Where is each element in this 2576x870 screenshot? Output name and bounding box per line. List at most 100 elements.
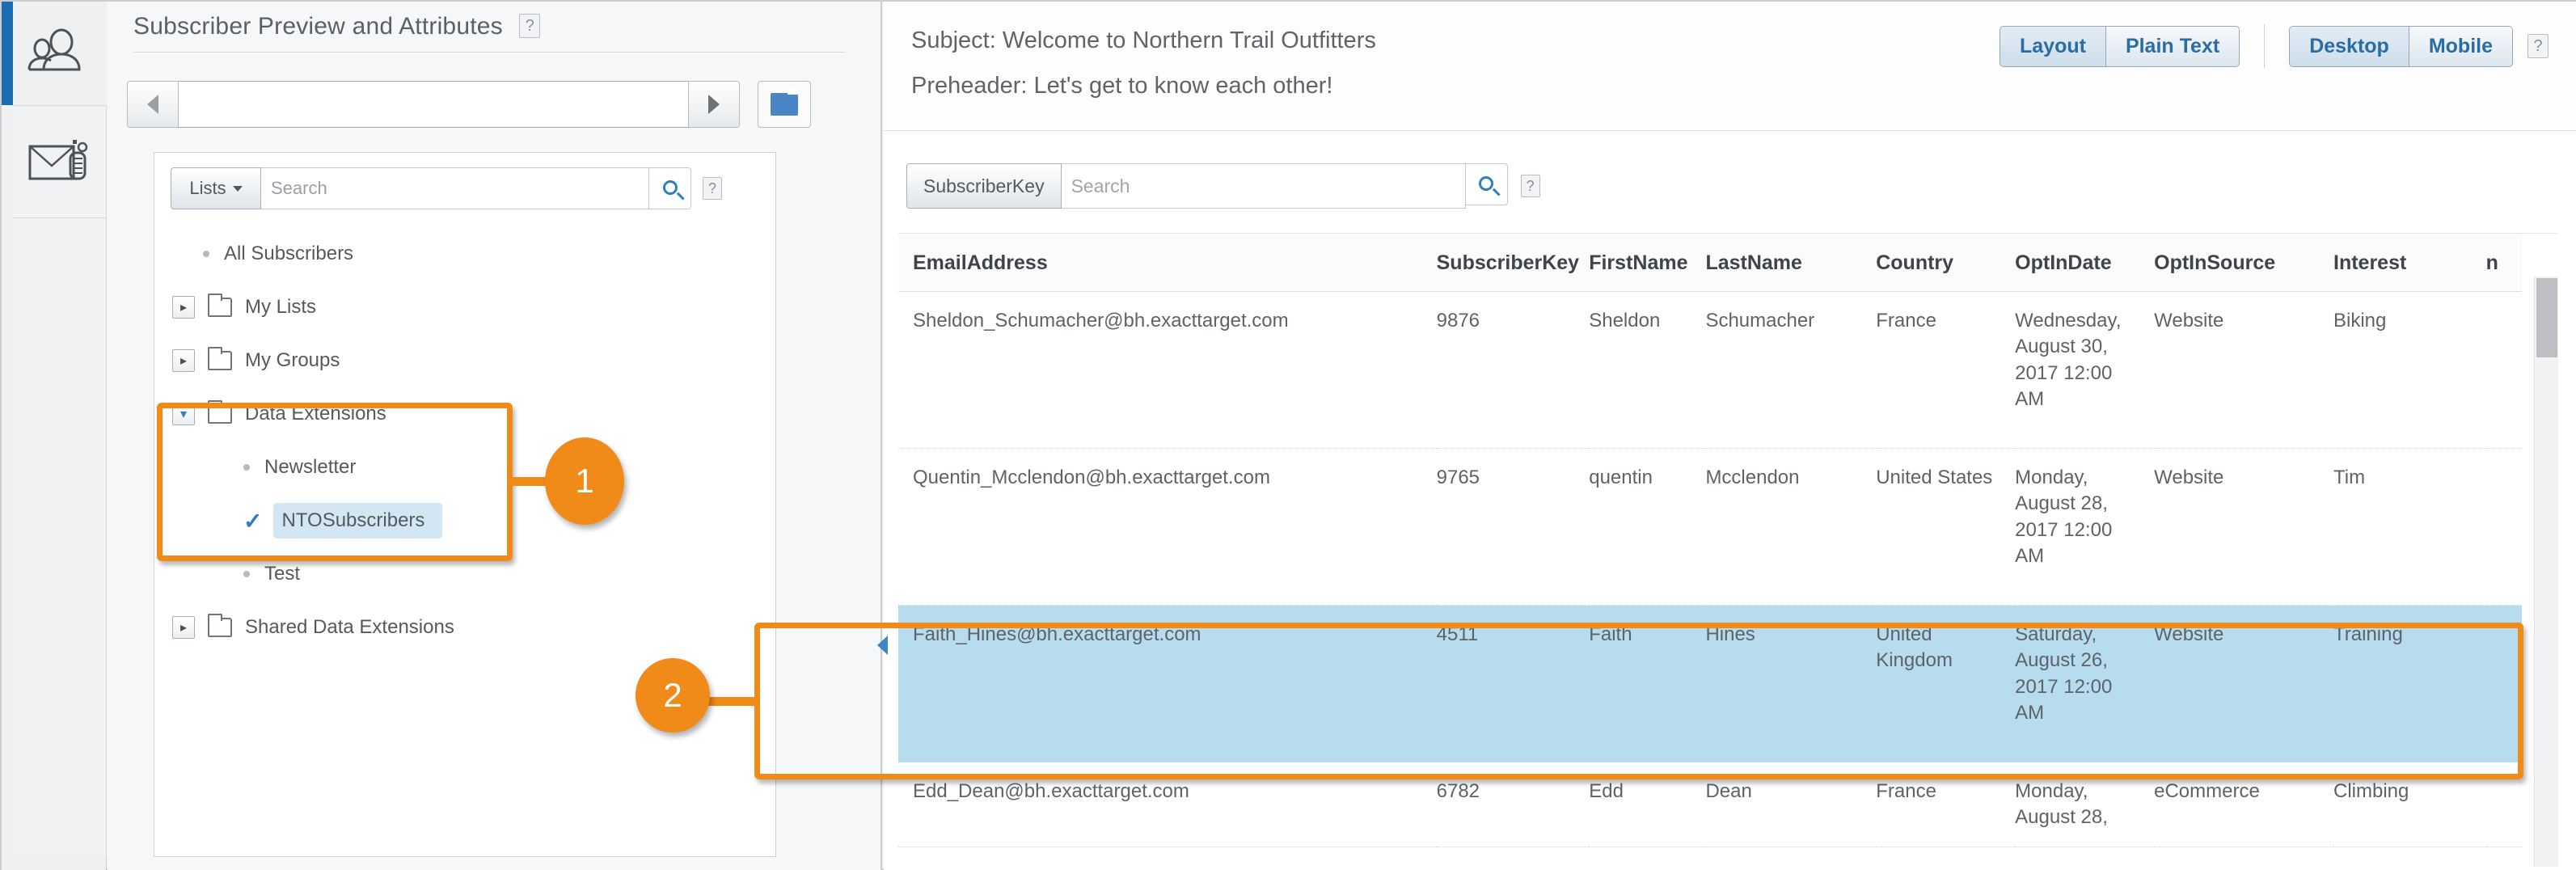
chevron-left-icon	[147, 95, 158, 114]
cell-truncated	[2485, 448, 2522, 606]
tree-item-shared-data-extensions[interactable]: ▸ Shared Data Extensions	[154, 601, 777, 654]
folder-icon	[208, 347, 232, 370]
tree-item-test[interactable]: Test	[154, 547, 777, 601]
column-header-optindate[interactable]: OptInDate	[2015, 234, 2155, 292]
callout-1-number: 1	[575, 462, 594, 500]
tab-layout[interactable]: Layout	[2000, 26, 2105, 66]
subscribers-table: EmailAddress SubscriberKey FirstName Las…	[898, 234, 2522, 848]
grid-vertical-scrollbar[interactable]	[2534, 277, 2558, 867]
column-header-lastname[interactable]: LastName	[1705, 234, 1877, 292]
lists-scope-dropdown[interactable]: Lists	[171, 167, 261, 209]
application-window: Subscriber Preview and Attributes ? List…	[0, 0, 2576, 870]
tree-item-my-lists[interactable]: ▸ My Lists	[154, 281, 777, 334]
column-header-optinsource[interactable]: OptInSource	[2154, 234, 2333, 292]
cell-subscriberkey: 9765	[1436, 448, 1590, 606]
email-preview-panel: Subject: Welcome to Northern Trail Outfi…	[884, 2, 2576, 870]
tab-mobile[interactable]: Mobile	[2408, 26, 2512, 66]
prev-button[interactable]	[127, 81, 179, 128]
cell-firstname: Sheldon	[1589, 291, 1706, 449]
email-test-icon	[28, 140, 87, 180]
chevron-down-icon[interactable]: ▾	[172, 403, 195, 425]
tree-item-label: My Lists	[245, 296, 317, 318]
rail-item-email-test[interactable]	[13, 105, 107, 218]
tree-item-label: My Groups	[245, 349, 340, 371]
cell-optinsource: Website	[2154, 291, 2333, 449]
column-header-subscriberkey[interactable]: SubscriberKey	[1436, 234, 1590, 292]
grid-search-input[interactable]	[1061, 163, 1466, 209]
cell-country: France	[1876, 762, 2016, 848]
subscriber-preview-panel: Subscriber Preview and Attributes ? List…	[108, 2, 882, 870]
tree-item-my-groups[interactable]: ▸ My Groups	[154, 334, 777, 387]
callout-1-badge: 1	[545, 437, 624, 525]
tab-plain-text[interactable]: Plain Text	[2105, 26, 2240, 66]
table-row[interactable]: Sheldon_Schumacher@bh.exacttarget.com 98…	[898, 291, 2522, 449]
callout-2-connector	[704, 697, 758, 706]
chevron-right-icon[interactable]: ▸	[172, 296, 195, 319]
panel-collapse-arrow[interactable]	[877, 636, 888, 655]
table-row[interactable]: Edd_Dean@bh.exacttarget.com 6782 Edd Dea…	[898, 762, 2522, 848]
cell-emailaddress: Faith_Hines@bh.exacttarget.com	[898, 605, 1437, 762]
header-controls: Layout Plain Text Desktop Mobile ?	[1999, 24, 2549, 68]
cell-lastname: Dean	[1705, 762, 1877, 848]
device-toggle-group: Desktop Mobile	[2289, 25, 2513, 67]
path-input[interactable]	[179, 81, 688, 128]
chevron-right-icon	[708, 95, 720, 114]
cell-optindate: Monday, August 28,	[2015, 762, 2155, 848]
chevron-down-icon	[232, 185, 243, 192]
tree-item-newsletter[interactable]: Newsletter	[154, 441, 777, 494]
tab-desktop[interactable]: Desktop	[2290, 26, 2409, 66]
grid-search-button[interactable]	[1465, 163, 1508, 205]
preheader-line: Preheader: Let's get to know each other!	[911, 73, 1333, 99]
cell-interest: Tim	[2333, 448, 2486, 606]
folder-button[interactable]	[758, 81, 811, 128]
table-row[interactable]: Quentin_Mcclendon@bh.exacttarget.com 976…	[898, 448, 2522, 606]
header-divider	[2264, 24, 2266, 68]
tree-help-icon[interactable]: ?	[703, 177, 722, 200]
column-header-interest[interactable]: Interest	[2333, 234, 2486, 292]
column-header-country[interactable]: Country	[1876, 234, 2016, 292]
subscriberkey-scope-button[interactable]: SubscriberKey	[906, 163, 1062, 209]
column-header-emailaddress[interactable]: EmailAddress	[898, 234, 1437, 292]
people-icon	[27, 28, 81, 71]
folder-icon	[771, 93, 798, 116]
lists-scope-label: Lists	[189, 178, 226, 198]
scrollbar-thumb[interactable]	[2536, 278, 2557, 357]
column-header-truncated[interactable]: n	[2485, 234, 2522, 292]
view-toggle-group: Layout Plain Text	[1999, 25, 2240, 67]
chevron-right-icon[interactable]: ▸	[172, 349, 195, 372]
cell-firstname: quentin	[1589, 448, 1706, 606]
table-row[interactable]: Faith_Hines@bh.exacttarget.com 4511 Fait…	[898, 605, 2522, 762]
tree-search-button[interactable]	[649, 167, 691, 209]
folder-icon	[208, 400, 232, 424]
cell-emailaddress: Quentin_Mcclendon@bh.exacttarget.com	[898, 448, 1437, 606]
page-title: Subscriber Preview and Attributes ?	[133, 13, 541, 40]
icon-rail	[2, 2, 107, 870]
cell-lastname: Schumacher	[1705, 291, 1877, 449]
cell-country: United States	[1876, 448, 2016, 606]
rail-item-subscribers[interactable]	[2, 2, 107, 105]
subject-line: Subject: Welcome to Northern Trail Outfi…	[911, 27, 1376, 53]
preview-help-icon[interactable]: ?	[2527, 34, 2549, 58]
folder-tree: All Subscribers ▸ My Lists ▸ My Groups ▾…	[154, 227, 777, 654]
search-icon	[1476, 173, 1497, 194]
email-header: Subject: Welcome to Northern Trail Outfi…	[884, 2, 2576, 131]
chevron-right-icon[interactable]: ▸	[172, 616, 195, 639]
next-button[interactable]	[688, 81, 740, 128]
grid-search-bar: SubscriberKey ?	[906, 163, 1634, 209]
column-header-firstname[interactable]: FirstName	[1589, 234, 1706, 292]
table-header-row: EmailAddress SubscriberKey FirstName Las…	[898, 234, 2522, 292]
title-divider	[133, 52, 845, 53]
tree-item-ntosubscribers[interactable]: ✓ NTOSubscribers	[154, 494, 777, 547]
bullet-icon	[203, 251, 209, 257]
cell-truncated	[2485, 605, 2522, 762]
help-icon[interactable]: ?	[519, 14, 541, 38]
tree-item-all-subscribers[interactable]: All Subscribers	[154, 227, 777, 281]
tree-search-input[interactable]	[261, 167, 649, 209]
tree-item-data-extensions[interactable]: ▾ Data Extensions	[154, 387, 777, 441]
tree-item-label: Shared Data Extensions	[245, 616, 454, 638]
tree-item-label: NTOSubscribers	[273, 503, 443, 538]
cell-subscriberkey: 9876	[1436, 291, 1590, 449]
cell-optinsource: eCommerce	[2154, 762, 2333, 848]
tree-item-label: Data Extensions	[245, 403, 386, 424]
grid-help-icon[interactable]: ?	[1520, 175, 1540, 197]
